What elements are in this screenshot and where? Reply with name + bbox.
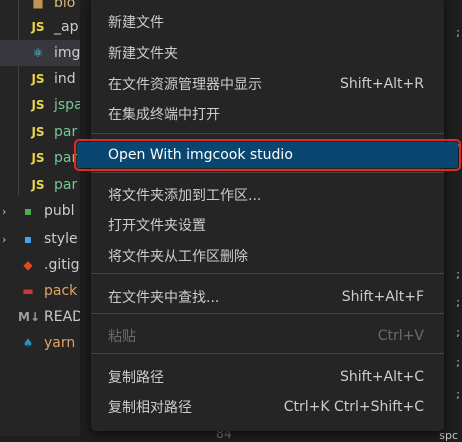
explorer-item-label: par (54, 124, 78, 140)
menu-item-paste: 粘贴 Ctrl+V (91, 323, 444, 349)
explorer-item-label: img (54, 45, 80, 61)
menu-item-label: 复制路径 (108, 370, 164, 386)
explorer-item-label: style (44, 231, 78, 247)
menu-separator (91, 172, 444, 173)
explorer-item[interactable]: JS par (0, 145, 80, 171)
explorer-item[interactable]: ▬ pack (0, 278, 80, 304)
editor-edge-mark: ; (456, 388, 460, 401)
menu-item-shortcut: Shift+Alt+R (340, 76, 424, 92)
js-file-icon: JS (31, 98, 45, 112)
menu-item-new-folder[interactable]: 新建文件夹 (91, 40, 444, 66)
explorer-item[interactable]: JS ind (0, 66, 80, 92)
folder-icon: ■ (32, 0, 44, 10)
menu-item-open-with-imgcook[interactable]: Open With imgcook studio (74, 139, 461, 171)
menu-item-add-folder-to-workspace[interactable]: 将文件夹添加到工作区... (91, 182, 444, 208)
menu-item-label: 将文件夹从工作区删除 (108, 249, 248, 265)
editor-edge-mark: ; (456, 356, 460, 369)
folder-public-icon: ▪ (23, 204, 33, 218)
explorer-item-label: ind (54, 71, 76, 87)
explorer-item[interactable]: ♠ yarn (0, 330, 80, 356)
explorer-item[interactable]: ⚛ img (0, 40, 80, 66)
explorer-item[interactable]: JS par (0, 119, 80, 145)
menu-item-label: 打开文件夹设置 (108, 218, 206, 234)
menu-item-shortcut: Ctrl+V (377, 328, 424, 344)
explorer-item-label: blo (54, 0, 76, 11)
explorer-item-label: pack (44, 283, 78, 299)
explorer-item[interactable]: JS jspa (0, 92, 80, 118)
menu-item-shortcut: Shift+Alt+C (339, 369, 424, 385)
explorer-item-label: par (54, 177, 78, 193)
explorer-item-label: publ (44, 203, 75, 219)
js-file-icon: JS (31, 20, 45, 34)
js-file-icon: JS (31, 125, 45, 139)
menu-item-shortcut: Shift+Alt+F (341, 289, 424, 305)
menu-item-copy-relative-path[interactable]: 复制相对路径 Ctrl+K Ctrl+Shift+C (91, 394, 444, 420)
explorer-item[interactable]: ◆ .gitig (0, 252, 80, 278)
explorer-item[interactable]: M↓ READ (0, 304, 80, 330)
js-file-icon: JS (31, 178, 45, 192)
menu-item-label: Open With imgcook studio (108, 147, 293, 163)
menu-separator (91, 353, 444, 354)
menu-item-label: 在集成终端中打开 (108, 107, 220, 123)
menu-item-label: 新建文件夹 (108, 46, 178, 62)
chevron-right-icon[interactable]: › (2, 205, 6, 218)
explorer-item-label: yarn (44, 335, 76, 351)
explorer-item-label: READ (44, 309, 80, 325)
editor-edge-mark: ; (456, 326, 460, 339)
menu-item-open-in-terminal[interactable]: 在集成终端中打开 (91, 101, 444, 127)
menu-separator (91, 133, 444, 134)
menu-item-label: 在文件夹中查找... (108, 290, 220, 306)
editor-edge-mark: ; (456, 296, 460, 309)
menu-separator (91, 313, 444, 314)
menu-item-label: 将文件夹添加到工作区... (108, 188, 262, 204)
editor-edge-mark: ; (456, 26, 460, 39)
npm-icon: ▬ (22, 284, 34, 298)
menu-item-label: 复制相对路径 (108, 400, 192, 416)
menu-item-remove-folder-from-workspace[interactable]: 将文件夹从工作区删除 (91, 243, 444, 269)
explorer-item-label: .gitig (44, 257, 80, 273)
explorer-item-label: par (54, 150, 78, 166)
explorer-item[interactable]: › ▪ publ (0, 198, 80, 224)
menu-item-reveal-in-explorer[interactable]: 在文件资源管理器中显示 Shift+Alt+R (91, 71, 444, 97)
menu-separator (91, 273, 444, 274)
explorer-item[interactable]: › ▪ style (0, 226, 80, 252)
folder-styles-icon: ▪ (23, 232, 33, 246)
menu-item-label: 粘贴 (108, 329, 136, 345)
editor-edge-mark: ; (456, 268, 460, 281)
explorer-item-label: jspa (54, 97, 80, 113)
menu-item-shortcut: Ctrl+K Ctrl+Shift+C (283, 399, 424, 415)
menu-item-label: 新建文件 (108, 15, 164, 31)
explorer-item[interactable]: JS par (0, 172, 80, 198)
context-menu: 新建文件新建文件夹在文件资源管理器中显示 Shift+Alt+R 在集成终端中打开 O… (74, 0, 461, 431)
js-file-icon: JS (31, 72, 45, 86)
menu-item-open-folder-settings[interactable]: 打开文件夹设置 (91, 212, 444, 238)
explorer-item[interactable]: JS _ap (0, 14, 80, 40)
menu-item-new-file[interactable]: 新建文件 (91, 9, 444, 35)
chevron-right-icon[interactable]: › (2, 233, 6, 246)
menu-item-copy-path[interactable]: 复制路径 Shift+Alt+C (91, 364, 444, 390)
markdown-icon: M↓ (18, 310, 40, 324)
react-file-icon: ⚛ (32, 46, 44, 60)
menu-item-find-in-folder[interactable]: 在文件夹中查找... Shift+Alt+F (91, 284, 444, 310)
js-file-icon: JS (31, 151, 45, 165)
git-icon: ◆ (23, 258, 33, 272)
explorer-item-label: _ap (54, 19, 79, 35)
yarn-icon: ♠ (22, 336, 34, 350)
explorer-sidebar: ■ blo JS _ap ⚛ img JS ind JS jspa JS par JS par JS par ›… (0, 0, 80, 436)
menu-item-label: 在文件资源管理器中显示 (108, 77, 262, 93)
